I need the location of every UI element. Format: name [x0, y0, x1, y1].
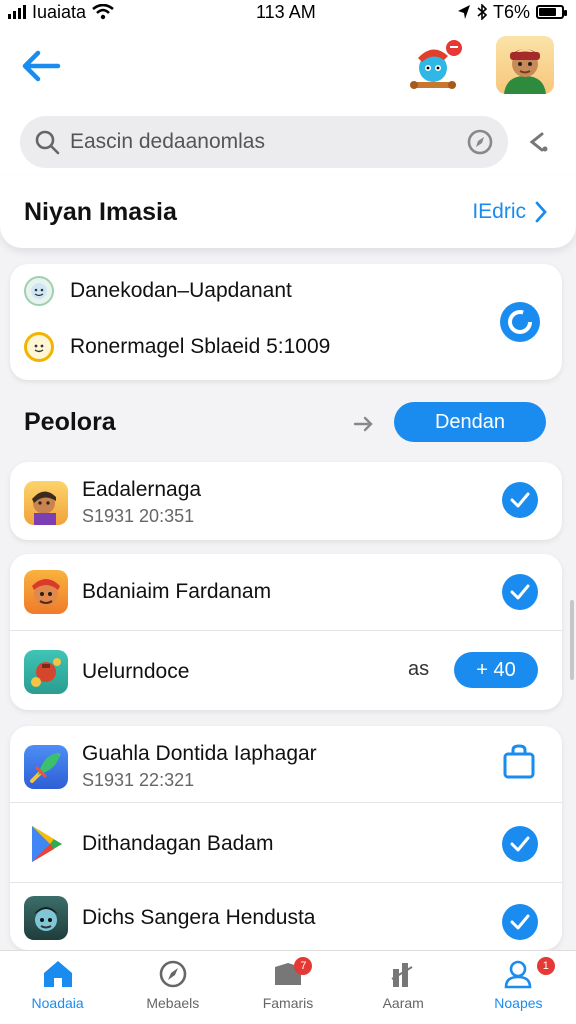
app-row[interactable]: Dichs Sangera Hendusta — [24, 896, 315, 940]
section-title: Peolora — [24, 408, 116, 436]
search-icon — [35, 130, 60, 155]
app-card-group-1: Bdaniaim Fardanam Uelurndoce as + 40 — [10, 554, 562, 710]
add-button[interactable]: + 40 — [454, 652, 538, 688]
search-bar — [20, 116, 508, 168]
app-subtitle: S1931 20:351 — [82, 506, 195, 526]
play-store-icon — [24, 822, 68, 866]
chart-icon — [391, 963, 413, 987]
info-line-2: Ronermagel Sblaeid 5:1009 — [24, 332, 330, 362]
check-icon[interactable] — [502, 904, 538, 940]
check-icon[interactable] — [502, 482, 538, 518]
profile-avatar[interactable] — [496, 36, 554, 94]
tab-explore[interactable]: Mebaels — [115, 951, 230, 1024]
scrollbar[interactable] — [570, 600, 574, 680]
header-card: Niyan Imasia IEdric — [0, 176, 576, 248]
app-subtitle: S1931 22:321 — [82, 770, 195, 790]
section-header: Peolora Dendan — [0, 396, 576, 452]
info-card: Danekodan–Uapdanant Ronermagel Sblaeid 5… — [10, 264, 562, 380]
app-text: Guahla Dontida Iaphagar S1931 22:321 — [82, 742, 317, 791]
divider — [10, 802, 562, 803]
app-text: Uelurndoce — [82, 660, 189, 684]
shopping-bag-icon[interactable] — [502, 744, 536, 780]
tab-label: Famaris — [262, 995, 314, 1011]
app-icon-hero — [24, 480, 68, 525]
app-text: Dithandagan Badam — [82, 832, 273, 856]
tab-alarm[interactable]: Aaram — [346, 951, 461, 1024]
search-input[interactable] — [70, 130, 466, 154]
tab-label: Aaram — [382, 995, 424, 1011]
check-icon[interactable] — [502, 826, 538, 862]
app-card-group-2: Guahla Dontida Iaphagar S1931 22:321 Dit… — [10, 726, 562, 950]
check-icon[interactable] — [502, 574, 538, 610]
app-name: Dichs Sangera Hendusta — [82, 906, 316, 929]
info-text-1: Danekodan–Uapdanant — [70, 279, 292, 302]
page-title: Niyan Imasia — [24, 197, 177, 226]
sync-icon[interactable] — [498, 300, 542, 344]
app-row[interactable]: Bdaniaim Fardanam — [24, 570, 271, 614]
arrow-right-icon[interactable] — [352, 412, 376, 436]
battery-icon — [536, 5, 567, 19]
carrier-name: Iuaiata — [32, 1, 87, 22]
divider — [10, 630, 562, 631]
app-count: as — [408, 658, 430, 680]
top-navigation — [0, 24, 576, 112]
app-row[interactable]: Guahla Dontida Iaphagar S1931 22:321 — [24, 742, 317, 791]
search-row — [0, 112, 576, 176]
status-bar: Iuaiata 113 AM T6% — [0, 0, 576, 24]
app-row[interactable]: Uelurndoce — [24, 650, 189, 694]
back-arrow-icon[interactable] — [18, 46, 64, 86]
mascot-icon[interactable] — [406, 38, 464, 96]
face-icon — [24, 276, 54, 306]
app-text: Bdaniaim Fardanam — [82, 580, 271, 604]
tab-favorites[interactable]: 7 Famaris — [230, 951, 345, 1024]
notification-badge: 1 — [536, 957, 555, 975]
edit-label: IEdric — [472, 200, 526, 223]
status-time: 113 AM — [256, 1, 316, 22]
compass-icon[interactable] — [466, 128, 494, 156]
signal-icon — [8, 5, 26, 19]
avatar-image — [504, 49, 546, 94]
section-action-button[interactable]: Dendan — [394, 402, 546, 442]
status-right: T6% — [457, 1, 567, 23]
divider — [10, 882, 562, 883]
location-icon — [457, 5, 470, 19]
info-text-2: Ronermagel Sblaeid 5:1009 — [70, 335, 331, 358]
edit-link[interactable]: IEdric — [472, 200, 548, 224]
app-icon-feather — [24, 744, 68, 789]
tab-home[interactable]: Noadaia — [0, 951, 115, 1024]
app-name: Eadalernaga — [82, 478, 202, 501]
notification-badge: 7 — [294, 957, 313, 975]
status-left: Iuaiata — [8, 2, 114, 23]
tab-label: Noapes — [494, 995, 543, 1011]
wifi-icon — [92, 4, 114, 20]
app-name: Bdaniaim Fardanam — [82, 580, 272, 603]
app-card-1[interactable]: Eadalernaga S1931 20:351 — [10, 462, 562, 540]
tab-bar: Noadaia Mebaels 7 Famaris Aaram 1 Noapes — [0, 950, 576, 1024]
tab-label: Mebaels — [146, 995, 200, 1011]
compass-icon — [159, 960, 187, 988]
battery-percent: T6% — [492, 1, 530, 22]
app-icon-game — [24, 650, 68, 694]
tab-profile[interactable]: 1 Noapes — [461, 951, 576, 1024]
smiley-icon — [24, 332, 54, 362]
app-name: Dithandagan Badam — [82, 832, 274, 855]
user-icon — [505, 960, 532, 989]
app-row: Eadalernaga S1931 20:351 — [24, 478, 201, 527]
share-icon[interactable] — [524, 128, 552, 156]
tab-label: Noadaia — [31, 995, 84, 1011]
app-icon-warrior — [24, 896, 68, 940]
app-row[interactable]: Dithandagan Badam — [24, 822, 273, 866]
bluetooth-icon — [477, 4, 487, 20]
app-name: Guahla Dontida Iaphagar — [82, 742, 317, 765]
home-icon — [43, 961, 72, 987]
app-text: Eadalernaga S1931 20:351 — [82, 478, 201, 527]
info-line-1: Danekodan–Uapdanant — [24, 276, 292, 306]
app-icon-character — [24, 570, 68, 614]
chevron-right-icon — [535, 201, 547, 223]
app-name: Uelurndoce — [82, 660, 190, 683]
app-text: Dichs Sangera Hendusta — [82, 906, 315, 930]
